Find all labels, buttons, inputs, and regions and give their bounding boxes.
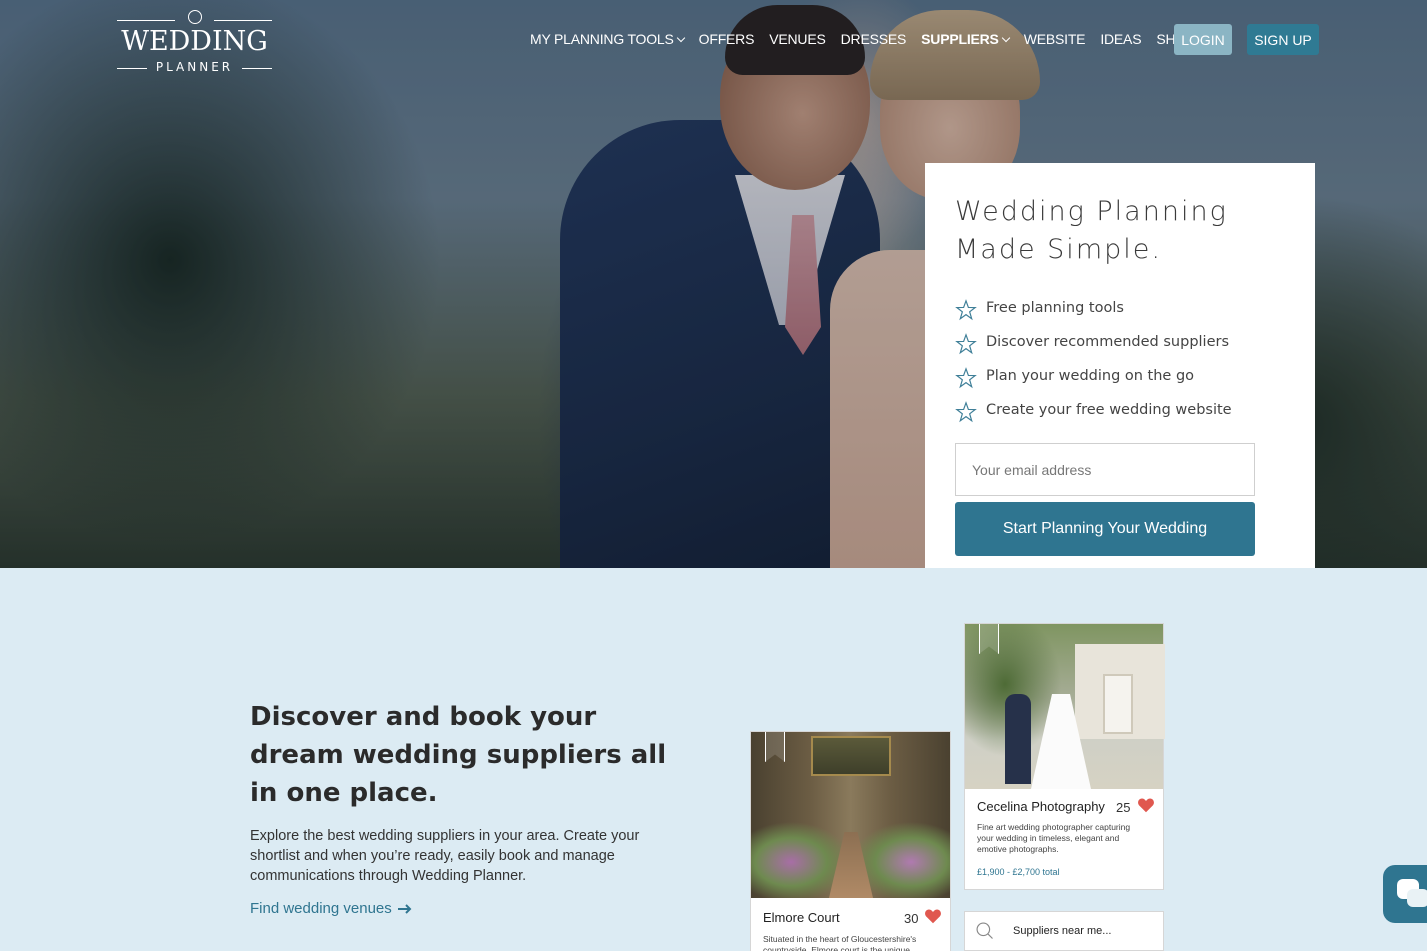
venue-photo-aisle — [829, 832, 873, 898]
heart-icon[interactable] — [924, 908, 942, 924]
nav-item-label: WEBSITE — [1023, 31, 1086, 47]
chevron-down-icon — [676, 33, 685, 42]
supplier-card-elmore-court[interactable]: Elmore Court 30 Situated in the heart of… — [750, 731, 951, 951]
favourite-count: 30 — [904, 911, 919, 926]
supplier-photo-groom — [1005, 694, 1031, 784]
nav-item-label: IDEAS — [1100, 31, 1142, 47]
logo-divider — [117, 20, 175, 21]
supplier-price: £1,900 - £2,700 total — [977, 867, 1060, 877]
search-text: Suppliers near me... — [1013, 925, 1112, 937]
feature-item: Plan your wedding on the go — [955, 359, 1285, 393]
login-button[interactable]: LOGIN — [1174, 24, 1232, 55]
nav-item-label: VENUES — [769, 31, 826, 47]
signup-button[interactable]: SIGN UP — [1247, 24, 1319, 55]
arrow-right-icon — [397, 903, 412, 914]
heart-icon[interactable] — [1137, 797, 1155, 813]
star-icon — [955, 333, 977, 355]
star-icon — [955, 401, 977, 423]
chat-widget-button[interactable] — [1383, 865, 1427, 923]
star-icon — [955, 299, 977, 321]
site-logo[interactable]: WEDDING PLANNER — [117, 10, 272, 76]
start-planning-button[interactable]: Start Planning Your Wedding — [955, 502, 1255, 556]
feature-list: Free planning tools Discover recommended… — [955, 291, 1285, 427]
logo-subtitle: PLANNER — [155, 60, 234, 74]
logo-divider — [214, 20, 272, 21]
supplier-name: Cecelina Photography — [977, 799, 1105, 814]
email-field[interactable] — [955, 443, 1255, 496]
search-icon — [976, 922, 993, 939]
logo-wordmark: WEDDING — [121, 26, 268, 57]
nav-item-ideas[interactable]: IDEAS — [1100, 31, 1141, 47]
find-venues-link[interactable]: Find wedding venues — [250, 900, 413, 917]
ring-icon — [188, 10, 202, 24]
logo-divider — [242, 68, 272, 69]
find-venues-label: Find wedding venues — [250, 900, 392, 917]
supplier-name: Elmore Court — [763, 910, 840, 925]
favourite-count: 25 — [1116, 800, 1131, 815]
nav-item-label: DRESSES — [840, 31, 907, 47]
chat-icon-secondary — [1407, 889, 1427, 907]
nav-item-suppliers[interactable]: SUPPLIERS — [921, 31, 1010, 47]
supplier-search-box[interactable]: Suppliers near me... — [964, 911, 1164, 951]
supplier-description: Fine art wedding photographer capturing … — [977, 822, 1131, 854]
venue-photo-painting — [811, 736, 891, 776]
feature-text: Plan your wedding on the go — [986, 368, 1195, 384]
nav-item-label: MY PLANNING TOOLS — [530, 31, 674, 47]
supplier-photo-door — [1103, 674, 1133, 734]
supplier-description: Situated in the heart of Gloucestershire… — [763, 934, 917, 951]
hero-title: Wedding Planning Made Simple. — [955, 196, 1228, 265]
main-nav: MY PLANNING TOOLS OFFERS VENUES DRESSES … — [530, 22, 1210, 56]
feature-item: Create your free wedding website — [955, 393, 1285, 427]
nav-item-offers[interactable]: OFFERS — [699, 31, 755, 47]
discover-text: Explore the best wedding suppliers in yo… — [250, 828, 640, 884]
nav-item-label: SUPPLIERS — [921, 31, 999, 47]
supplier-card-cecelina-photography[interactable]: Cecelina Photography 25 Fine art wedding… — [964, 623, 1165, 890]
discover-title: Discover and book your dream wedding sup… — [250, 702, 667, 808]
feature-item: Discover recommended suppliers — [955, 325, 1285, 359]
nav-item-website[interactable]: WEBSITE — [1024, 31, 1086, 47]
nav-item-dresses[interactable]: DRESSES — [841, 31, 907, 47]
star-icon — [955, 367, 977, 389]
chevron-down-icon — [1001, 33, 1010, 42]
feature-item: Free planning tools — [955, 291, 1285, 325]
nav-item-my-planning-tools[interactable]: MY PLANNING TOOLS — [530, 31, 685, 47]
signup-card: Wedding Planning Made Simple. Free plann… — [925, 163, 1315, 568]
nav-item-venues[interactable]: VENUES — [769, 31, 826, 47]
nav-item-label: OFFERS — [698, 31, 755, 47]
feature-text: Free planning tools — [986, 300, 1124, 316]
feature-text: Discover recommended suppliers — [986, 334, 1230, 350]
feature-text: Create your free wedding website — [986, 402, 1232, 418]
